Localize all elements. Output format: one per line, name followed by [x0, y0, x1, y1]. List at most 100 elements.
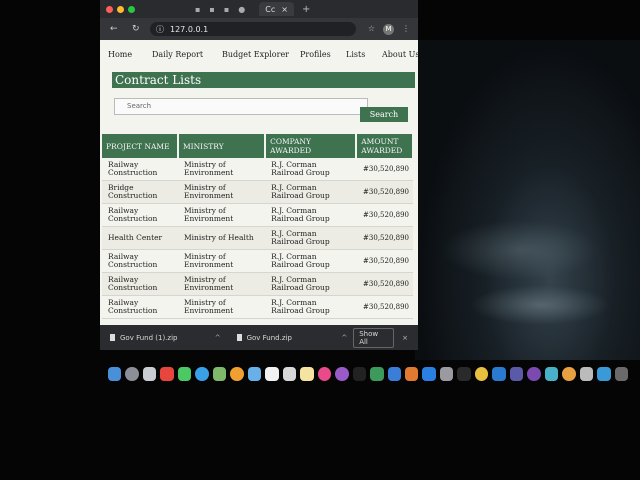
table-row[interactable]: Railway Construction Ministry of Environ…: [102, 272, 413, 296]
download-filename: Gov Fund (1).zip: [120, 333, 178, 342]
back-arrow-icon[interactable]: ←: [110, 24, 124, 34]
tab-bar: ▪ ▪ ▪ ● Cc × +: [100, 0, 418, 18]
window-controls: [106, 5, 135, 13]
column-header-amount-awarded[interactable]: AMOUNT AWARDED: [356, 134, 414, 158]
app-icon[interactable]: [247, 367, 262, 381]
settings-icon[interactable]: [439, 367, 454, 381]
column-header-project-name[interactable]: PROJECT NAME: [102, 134, 179, 158]
table-row[interactable]: Railway Construction Ministry of Environ…: [102, 203, 413, 227]
cell-project-name: Railway Construction: [102, 272, 178, 296]
cell-project-name: Health Center: [102, 226, 178, 250]
cell-project-name: Railway Construction: [102, 295, 178, 319]
table-row[interactable]: Railway Construction Ministry of Environ…: [102, 158, 413, 181]
photos-icon[interactable]: [230, 367, 244, 381]
table-row[interactable]: Railway Construction Ministry of Environ…: [102, 249, 413, 273]
nav-item-profiles[interactable]: Profiles: [300, 50, 331, 59]
cell-company: R.J. Corman Railroad Group: [265, 295, 357, 319]
notes-icon[interactable]: [282, 367, 297, 381]
vscode-icon[interactable]: [492, 367, 506, 381]
cell-project-name: Bridge Construction: [102, 180, 178, 204]
download-item[interactable]: Gov Fund (1).zip ^: [100, 334, 227, 342]
app-icon[interactable]: [597, 367, 611, 381]
tab-active[interactable]: Cc ×: [259, 2, 294, 16]
nav-item-budget-explorer[interactable]: Budget Explorer: [222, 50, 289, 59]
launchpad-icon[interactable]: [125, 367, 139, 381]
app-store-icon[interactable]: [422, 367, 436, 381]
table-row[interactable]: Railway Construction Ministry of Environ…: [102, 295, 413, 319]
app-icon[interactable]: [579, 367, 594, 381]
cell-ministry: Ministry of Environment: [177, 272, 266, 296]
app-icon[interactable]: [195, 367, 209, 381]
page-title: Contract Lists: [112, 72, 415, 88]
browser-toolbar: ← ↻ ⓘ 127.0.0.1 ☆ M ⋮: [100, 18, 418, 40]
github-icon[interactable]: ●: [238, 5, 245, 14]
download-item[interactable]: Gov Fund.zip ^: [227, 334, 354, 342]
cell-company: R.J. Corman Railroad Group: [265, 226, 357, 250]
cell-company: R.J. Corman Railroad Group: [265, 158, 357, 181]
app-icon[interactable]: [562, 367, 576, 381]
tv-icon[interactable]: [352, 367, 367, 381]
app-icon[interactable]: [142, 367, 157, 381]
search-button[interactable]: Search: [360, 107, 408, 122]
maps-icon[interactable]: [212, 367, 227, 381]
address-bar[interactable]: ⓘ 127.0.0.1: [150, 22, 356, 36]
tab-favicon-icon[interactable]: ▪: [209, 5, 214, 14]
site-navbar: Home Daily Report Budget Explorer Profil…: [100, 40, 418, 70]
chevron-up-icon[interactable]: ^: [215, 334, 221, 342]
toolbar-actions: ☆ M ⋮: [368, 23, 410, 35]
chevron-up-icon[interactable]: ^: [341, 334, 347, 342]
show-all-button[interactable]: Show All: [353, 327, 395, 348]
tab-title: Cc: [265, 4, 276, 14]
reminders-icon[interactable]: [300, 367, 314, 381]
cell-ministry: Ministry of Environment: [177, 158, 266, 181]
minimize-window-button[interactable]: [117, 5, 124, 13]
close-downloads-icon[interactable]: ×: [402, 334, 408, 342]
new-tab-button[interactable]: +: [302, 4, 310, 15]
cell-amount: #30,520,890: [356, 158, 413, 181]
menu-kebab-icon[interactable]: ⋮: [402, 24, 410, 35]
pages-icon[interactable]: [404, 367, 419, 381]
page-content: Home Daily Report Budget Explorer Profil…: [100, 40, 418, 325]
terminal-icon[interactable]: [457, 367, 471, 381]
nav-item-about-us[interactable]: About Us: [382, 50, 418, 59]
file-icon: [110, 334, 115, 341]
info-icon[interactable]: ⓘ: [156, 24, 164, 35]
tab-favicon-icon[interactable]: ▪: [224, 5, 229, 14]
browser-window: ▪ ▪ ▪ ● Cc × + ← ↻ ⓘ 127.0.0.1 ☆ M ⋮ Hom…: [100, 0, 418, 350]
close-window-button[interactable]: [106, 5, 113, 13]
app-icon[interactable]: [527, 367, 541, 381]
calendar-icon[interactable]: [265, 367, 279, 381]
zoom-window-button[interactable]: [128, 5, 135, 13]
cell-ministry: Ministry of Environment: [177, 249, 266, 273]
app-icon[interactable]: [509, 367, 524, 381]
tab-close-icon[interactable]: ×: [281, 5, 288, 14]
podcasts-icon[interactable]: [335, 367, 349, 381]
app-icon[interactable]: [160, 367, 174, 381]
keynote-icon[interactable]: [387, 367, 401, 381]
chrome-icon[interactable]: [474, 367, 489, 381]
nav-item-daily-report[interactable]: Daily Report: [152, 50, 203, 59]
table-row[interactable]: Health Center Ministry of Health R.J. Co…: [102, 226, 413, 250]
music-icon[interactable]: [317, 367, 332, 381]
search-input[interactable]: Search: [114, 98, 368, 115]
contracts-table: PROJECT NAME MINISTRY COMPANY AWARDED AM…: [102, 134, 414, 319]
column-header-company-awarded[interactable]: COMPANY AWARDED: [265, 134, 358, 158]
nav-item-home[interactable]: Home: [108, 50, 132, 59]
messages-icon[interactable]: [177, 367, 192, 381]
app-icon[interactable]: [544, 367, 559, 381]
cell-amount: #30,520,890: [356, 226, 413, 250]
table-row[interactable]: Bridge Construction Ministry of Environm…: [102, 180, 413, 204]
profile-avatar[interactable]: M: [383, 23, 394, 35]
download-filename: Gov Fund.zip: [246, 333, 292, 342]
numbers-icon[interactable]: [370, 367, 384, 381]
trash-icon[interactable]: [614, 367, 629, 381]
cell-company: R.J. Corman Railroad Group: [265, 272, 357, 296]
downloads-bar: Gov Fund (1).zip ^ Gov Fund.zip ^ Show A…: [100, 325, 418, 350]
finder-icon[interactable]: [108, 367, 122, 381]
reload-icon[interactable]: ↻: [132, 24, 146, 34]
column-header-ministry[interactable]: MINISTRY: [177, 134, 267, 158]
nav-item-lists[interactable]: Lists: [346, 50, 365, 59]
tab-favicon-icon[interactable]: ▪: [195, 5, 200, 14]
star-icon[interactable]: ☆: [368, 24, 375, 35]
cell-ministry: Ministry of Environment: [177, 295, 266, 319]
